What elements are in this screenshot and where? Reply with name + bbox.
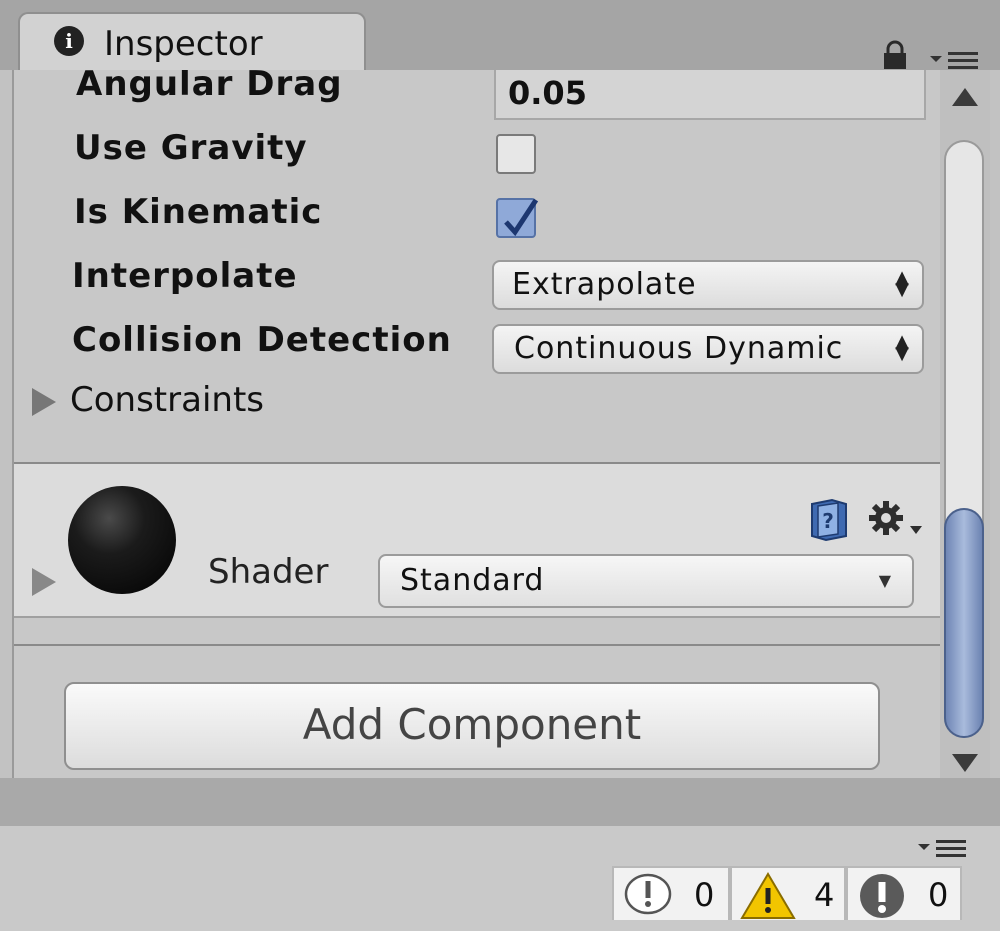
constraints-label[interactable]: Constraints (70, 380, 264, 420)
shader-label: Shader (208, 552, 329, 592)
console-status-bar: 0 4 0 (0, 826, 1000, 931)
help-book-icon[interactable]: ? (806, 496, 852, 542)
interpolate-value: Extrapolate (512, 267, 697, 302)
interpolate-dropdown[interactable]: Extrapolate ▲ ▼ (492, 260, 924, 310)
section-divider (14, 616, 942, 646)
angular-drag-label: Angular Drag (76, 70, 343, 104)
use-gravity-label: Use Gravity (74, 128, 308, 168)
vertical-scrollbar[interactable] (940, 70, 990, 778)
console-menu-icon[interactable] (916, 836, 968, 864)
info-count: 0 (694, 876, 715, 914)
tab-bar: i Inspector (0, 0, 1000, 72)
angular-drag-row: Angular Drag 0.05 (14, 70, 942, 126)
info-icon: i (54, 26, 84, 56)
material-section: ? Shader Standard ▼ (14, 464, 942, 616)
add-component-button[interactable]: Add Component (64, 682, 880, 770)
collision-detection-dropdown[interactable]: Continuous Dynamic ▲ ▼ (492, 324, 924, 374)
updown-arrows-icon: ▲ ▼ (895, 267, 910, 300)
material-foldout-arrow-icon[interactable] (32, 568, 56, 596)
use-gravity-checkbox[interactable] (496, 134, 536, 174)
collision-detection-value: Continuous Dynamic (514, 331, 844, 366)
info-counter[interactable]: 0 (612, 866, 730, 920)
warning-counter[interactable]: 4 (730, 866, 846, 920)
constraints-foldout-arrow-icon[interactable] (32, 388, 56, 416)
scroll-down-arrow-icon[interactable] (952, 754, 978, 772)
inspector-panel: Angular Drag 0.05 Use Gravity Is Kinemat… (12, 70, 942, 778)
is-kinematic-label: Is Kinematic (74, 192, 323, 232)
checkmark-icon (504, 198, 539, 237)
gear-icon[interactable] (866, 498, 926, 542)
shader-dropdown[interactable]: Standard ▼ (378, 554, 914, 608)
angular-drag-field[interactable]: 0.05 (494, 70, 926, 120)
tab-label: Inspector (104, 24, 263, 64)
updown-arrows-icon: ▲ ▼ (895, 331, 910, 364)
scroll-up-arrow-icon[interactable] (952, 88, 978, 106)
warning-icon (740, 872, 796, 919)
error-count: 0 (928, 876, 949, 914)
error-counter[interactable]: 0 (846, 866, 962, 920)
warning-count: 4 (814, 876, 835, 914)
scroll-thumb[interactable] (944, 508, 984, 738)
collision-detection-label: Collision Detection (72, 320, 452, 360)
info-message-icon (624, 873, 672, 915)
error-icon (860, 874, 904, 918)
chevron-down-icon: ▼ (878, 571, 892, 590)
svg-text:?: ? (822, 509, 834, 533)
lock-icon[interactable] (880, 40, 910, 70)
panel-gap (0, 778, 1000, 826)
shader-value: Standard (400, 563, 545, 598)
is-kinematic-checkbox[interactable] (496, 198, 539, 238)
tab-inspector[interactable]: i Inspector (18, 12, 366, 72)
interpolate-label: Interpolate (72, 256, 298, 296)
material-preview-sphere[interactable] (68, 486, 176, 594)
